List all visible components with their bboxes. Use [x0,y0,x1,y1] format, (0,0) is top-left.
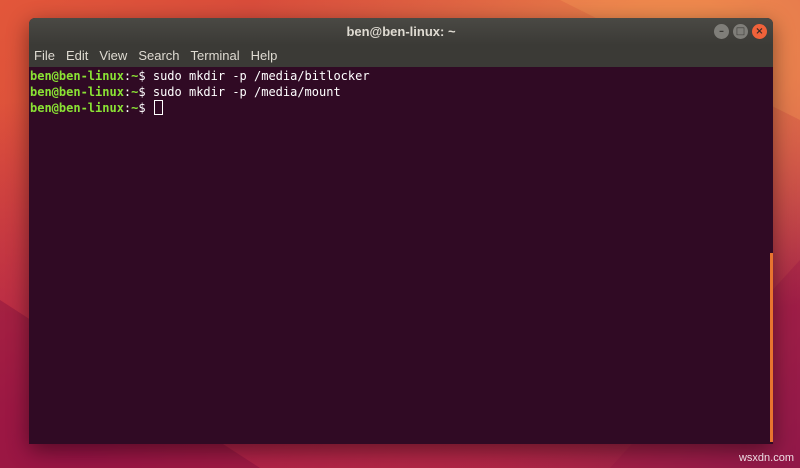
menu-bar: File Edit View Search Terminal Help [29,45,773,67]
minimize-button[interactable]: – [714,24,729,39]
terminal-scrollbar[interactable] [768,67,773,444]
terminal-line: ben@ben-linux:~$ sudo mkdir -p /media/mo… [30,84,773,100]
terminal-window: ben@ben-linux: ~ – □ × File Edit View Se… [29,18,773,444]
scrollbar-thumb[interactable] [770,253,773,442]
menu-terminal[interactable]: Terminal [187,45,244,67]
prompt-user-host: ben@ben-linux [30,85,124,99]
prompt-symbol: $ [138,101,153,115]
title-bar[interactable]: ben@ben-linux: ~ – □ × [29,18,773,45]
menu-search[interactable]: Search [134,45,183,67]
menu-edit[interactable]: Edit [62,45,92,67]
menu-help[interactable]: Help [247,45,282,67]
terminal-output[interactable]: ben@ben-linux:~$ sudo mkdir -p /media/bi… [29,67,773,444]
window-controls: – □ × [714,24,767,39]
prompt-user-host: ben@ben-linux [30,101,124,115]
prompt-symbol: $ [138,85,153,99]
command-text: sudo mkdir -p /media/mount [152,85,341,99]
menu-view[interactable]: View [95,45,131,67]
command-text: sudo mkdir -p /media/bitlocker [152,69,370,83]
prompt-user-host: ben@ben-linux [30,69,124,83]
maximize-button[interactable]: □ [733,24,748,39]
watermark-text: wsxdn.com [738,452,794,464]
close-button[interactable]: × [752,24,767,39]
terminal-line: ben@ben-linux:~$ [30,100,773,116]
text-cursor [153,100,163,115]
terminal-line: ben@ben-linux:~$ sudo mkdir -p /media/bi… [30,68,773,84]
menu-file[interactable]: File [30,45,59,67]
prompt-symbol: $ [138,69,153,83]
window-title: ben@ben-linux: ~ [346,24,456,39]
